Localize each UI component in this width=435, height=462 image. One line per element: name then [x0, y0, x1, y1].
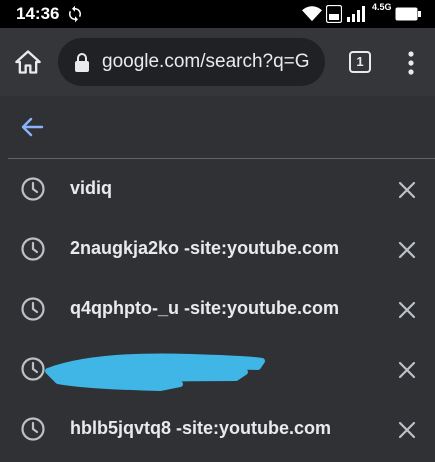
home-icon[interactable]	[14, 48, 42, 76]
close-icon[interactable]	[396, 179, 418, 201]
close-icon[interactable]	[396, 239, 418, 261]
back-row	[0, 96, 435, 158]
status-bar: 14:36 4.5G	[0, 0, 435, 28]
redaction-scribble	[45, 353, 265, 391]
history-item-text: vidiq	[70, 178, 113, 198]
status-icons: 4.5G	[301, 2, 421, 25]
clock-icon	[21, 417, 45, 441]
clock-icon	[21, 297, 45, 321]
history-item-text: hblb5jqvtq8 -site:youtube.com	[70, 418, 332, 438]
close-icon[interactable]	[396, 359, 418, 381]
history-item[interactable]: 2naugkja2ko -site:youtube.com	[0, 219, 435, 279]
status-time: 14:36	[16, 4, 60, 23]
volte-icon	[326, 5, 342, 23]
history-item-text: q4qphpto-_u -site:youtube.com	[70, 298, 339, 318]
arrow-back-icon[interactable]	[20, 116, 44, 138]
battery-icon	[395, 7, 421, 21]
wifi-icon	[302, 6, 322, 22]
history-item[interactable]: q4qphpto-_u -site:youtube.com	[0, 279, 435, 339]
close-icon[interactable]	[396, 299, 418, 321]
history-item-redacted[interactable]	[0, 339, 435, 399]
url-text[interactable]: google.com/search?q=G	[102, 51, 310, 73]
close-icon[interactable]	[396, 419, 418, 441]
clock-icon	[21, 237, 45, 261]
more-vert-icon[interactable]	[401, 50, 421, 76]
network-type-label: 4.5G	[372, 2, 392, 12]
signal-icon	[347, 6, 365, 22]
history-item[interactable]: hblb5jqvtq8 -site:youtube.com	[0, 399, 435, 459]
lock-icon[interactable]	[74, 53, 90, 72]
tab-switcher-button[interactable]: 1	[349, 51, 371, 73]
history-item-text: 2naugkja2ko -site:youtube.com	[70, 238, 340, 258]
clock-icon	[21, 177, 45, 201]
sync-icon	[69, 5, 81, 23]
browser-toolbar: google.com/search?q=G 1	[0, 28, 435, 96]
url-bar[interactable]: google.com/search?q=G	[58, 38, 325, 86]
search-history-dropdown: vidiq 2naugkja2ko -site:youtube.com q4qp…	[0, 96, 435, 462]
history-item[interactable]: vidiq	[0, 159, 435, 219]
